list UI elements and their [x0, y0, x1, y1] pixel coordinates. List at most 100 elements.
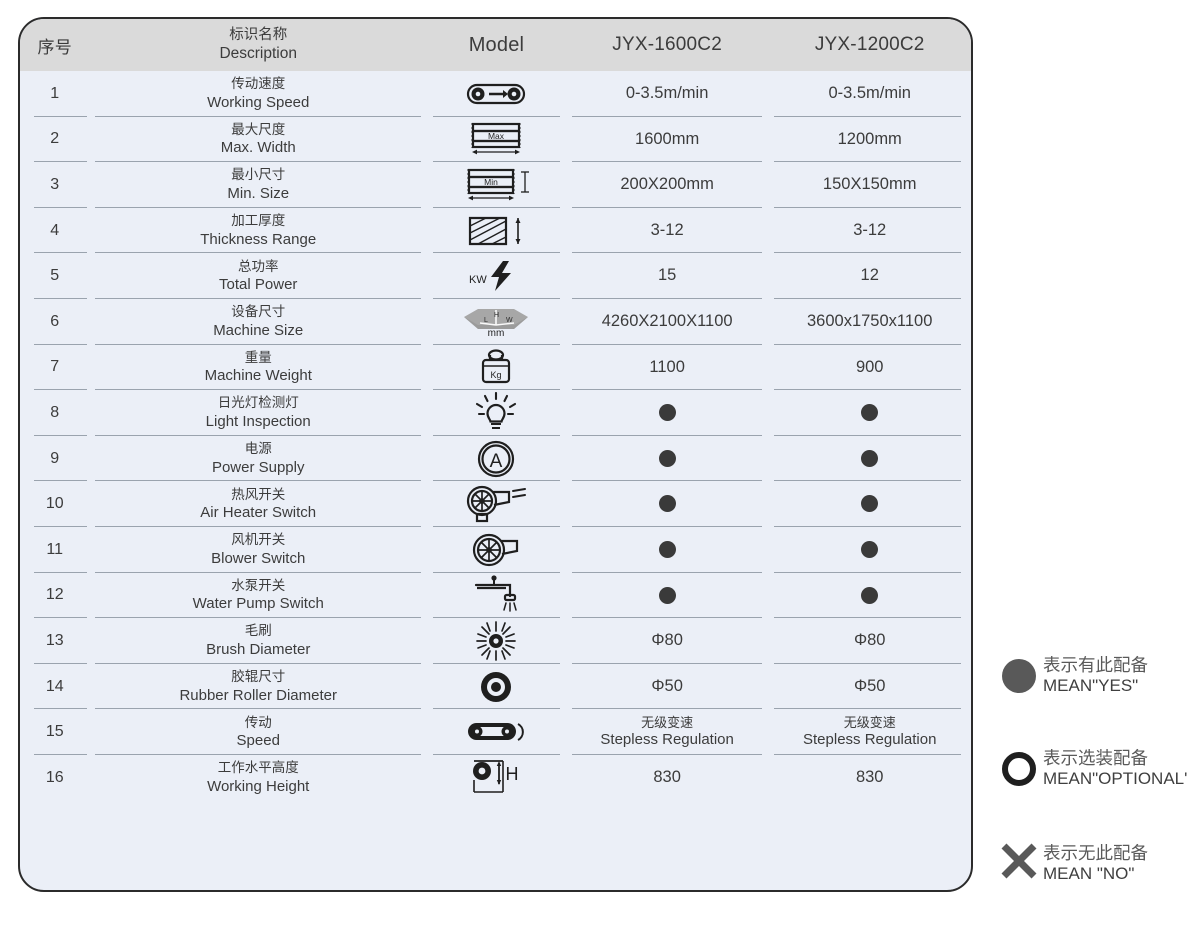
- row-divider: [774, 252, 961, 254]
- row-value-jyx1600c2: 830: [565, 753, 769, 801]
- row-value-jyx1200c2: 150X150mm: [768, 161, 971, 208]
- row-divider: [571, 617, 763, 619]
- row-value-cn: 无级变速: [843, 714, 896, 730]
- svg-text:Max: Max: [488, 131, 505, 141]
- row-divider: [433, 206, 560, 208]
- yes-dot-marker: [658, 495, 676, 513]
- row-divider: [774, 434, 961, 436]
- row-value: 200X200mm: [620, 175, 714, 194]
- row-index-label: 12: [45, 586, 64, 604]
- row-index-cell: 3: [20, 161, 90, 208]
- header-description-en: Description: [219, 45, 297, 63]
- row-divider: [95, 571, 422, 573]
- table-row: 10 热风开关 Air Heater Switch: [20, 480, 971, 527]
- yes-dot-marker: [658, 404, 676, 422]
- svg-text:W: W: [506, 317, 513, 324]
- row-divider: [34, 480, 88, 482]
- table-row: 5 总功率 Total Power KW 15 12: [20, 252, 971, 299]
- row-divider: [433, 617, 560, 619]
- row-description-cn: 设备尺寸: [231, 304, 286, 320]
- row-divider: [571, 662, 763, 664]
- legend-label-en: MEAN"OPTIONAL': [1043, 769, 1188, 789]
- legend: 表示有此配备 MEAN"YES" 表示选装配备 MEAN"OPTIONAL' 表…: [997, 655, 1197, 937]
- row-model-icon-cell: [427, 389, 566, 436]
- row-divider: [95, 115, 422, 117]
- header-model-label: Model: [468, 33, 525, 56]
- legend-item: 表示无此配备 MEAN "NO": [997, 842, 1197, 885]
- svg-text:Kg: Kg: [491, 370, 502, 380]
- row-divider: [95, 708, 422, 710]
- row-model-icon-cell: Max: [427, 115, 566, 163]
- water-tap-icon: [427, 574, 566, 616]
- row-index-cell: 11: [20, 525, 90, 573]
- row-index-label: 11: [46, 540, 64, 558]
- legend-text: 表示选装配备 MEAN"OPTIONAL': [1043, 748, 1187, 789]
- row-divider: [34, 753, 88, 755]
- row-value: 830: [653, 767, 681, 786]
- belt-drive-rotation-icon: [427, 718, 566, 746]
- row-divider: [571, 389, 763, 391]
- air-heater-blower-icon: [427, 483, 566, 525]
- row-description-cn: 最大尺度: [231, 121, 286, 137]
- row-divider: [433, 252, 560, 254]
- weight-kg-icon: Kg: [427, 347, 566, 387]
- table-row: 6 设备尺寸 Machine Size L H Wmm 4260X2100X1100 3600…: [20, 297, 971, 345]
- svg-text:KW: KW: [469, 274, 487, 286]
- yes-dot-marker: [861, 449, 879, 467]
- row-index-cell: 14: [20, 662, 90, 710]
- row-index-cell: 10: [20, 480, 90, 527]
- row-value-jyx1200c2: [768, 525, 971, 573]
- row-divider: [774, 389, 961, 391]
- row-value-en: Stepless Regulation: [600, 730, 734, 748]
- row-description-en: Total Power: [219, 276, 298, 294]
- row-index-label: 14: [45, 677, 64, 695]
- row-divider: [34, 389, 88, 391]
- row-description-en: Air Heater Switch: [200, 504, 317, 522]
- table-row: 11 风机开关 Blower Switch: [20, 525, 971, 573]
- brush-roller-icon: [427, 619, 566, 663]
- row-description-cell: 加工厚度 Thickness Range: [89, 206, 428, 254]
- row-divider: [433, 297, 560, 299]
- row-index-label: 16: [45, 768, 64, 786]
- row-divider: [571, 206, 763, 208]
- yes-dot-marker: [658, 449, 676, 467]
- row-divider: [34, 161, 88, 163]
- row-value: 3-12: [853, 220, 887, 239]
- row-divider: [95, 389, 422, 391]
- power-bolt-kw-icon: KW: [427, 259, 566, 293]
- row-divider: [34, 434, 88, 436]
- row-divider: [95, 525, 422, 527]
- cross-icon: [1000, 842, 1038, 885]
- row-divider: [95, 252, 422, 254]
- row-divider: [774, 206, 961, 208]
- row-value-jyx1600c2: [565, 389, 769, 436]
- row-divider: [774, 662, 961, 664]
- row-divider: [433, 662, 560, 664]
- row-description-cn: 日光灯检测灯: [217, 395, 299, 411]
- row-divider: [774, 115, 961, 117]
- row-model-icon-cell: [427, 571, 566, 619]
- row-index-cell: 12: [20, 571, 90, 619]
- row-model-icon-cell: Kg: [427, 343, 566, 391]
- row-description-cell: 传动 Speed: [89, 708, 428, 755]
- legend-mark: [997, 842, 1041, 885]
- row-value-en: Stepless Regulation: [803, 730, 937, 748]
- filled-circle-icon: [1002, 658, 1036, 693]
- row-index-cell: 16: [20, 753, 90, 801]
- row-description-cell: 最小尺寸 Min. Size: [89, 161, 428, 208]
- row-value: 4260X2100X1100: [601, 312, 733, 331]
- thickness-range-icon: [427, 214, 566, 248]
- svg-text:H: H: [494, 312, 499, 319]
- row-description-en: Water Pump Switch: [192, 595, 324, 613]
- row-value: Φ50: [651, 676, 683, 695]
- svg-text:H: H: [506, 764, 519, 784]
- header-col5-label: JYX-1200C2: [814, 34, 925, 55]
- table-row: 7 重量 Machine Weight Kg 1100 900: [20, 343, 971, 391]
- row-divider: [34, 297, 88, 299]
- table-row: 9 电源 Power Supply A: [20, 434, 971, 482]
- legend-mark: [997, 658, 1041, 693]
- svg-text:Min: Min: [485, 177, 499, 187]
- row-value: 15: [657, 266, 677, 285]
- row-description-en: Machine Weight: [204, 367, 312, 385]
- row-index-label: 2: [50, 130, 60, 148]
